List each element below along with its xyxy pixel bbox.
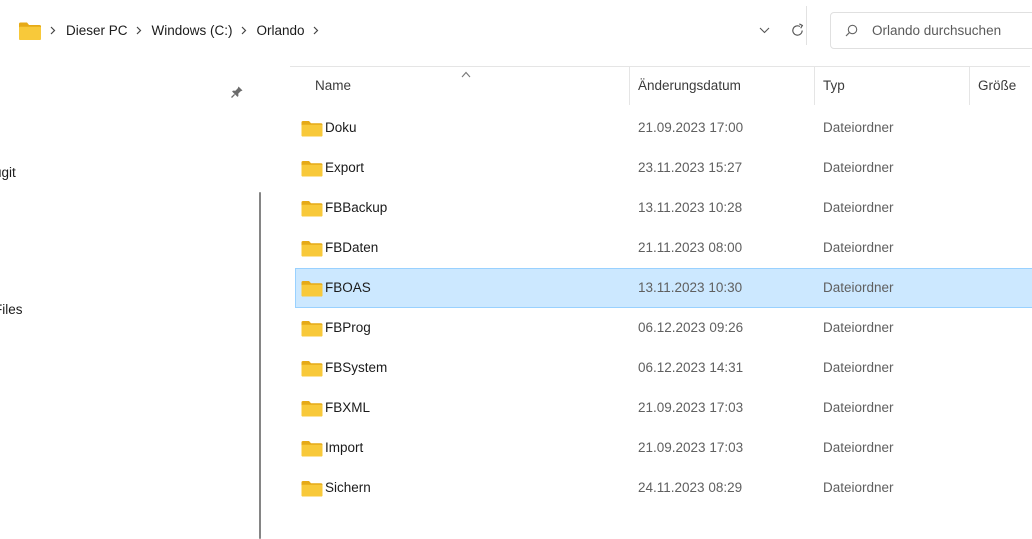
folder-icon [301, 440, 323, 457]
column-header-type[interactable]: Typ [823, 78, 845, 93]
file-type: Dateiordner [823, 320, 894, 335]
file-modified-date: 13.11.2023 10:28 [638, 200, 743, 215]
file-name: FBProg [325, 320, 371, 335]
chevron-right-icon[interactable] [313, 26, 322, 36]
file-row[interactable]: Import 21.09.2023 17:03 Dateiordner [295, 428, 1032, 468]
file-type: Dateiordner [823, 120, 894, 135]
chevron-down-icon[interactable] [757, 24, 771, 38]
folder-icon [301, 120, 323, 137]
file-type: Dateiordner [823, 280, 894, 295]
file-name: FBSystem [325, 360, 388, 375]
chevron-right-icon[interactable] [50, 26, 59, 36]
file-modified-date: 21.09.2023 17:00 [638, 120, 744, 135]
file-modified-date: 06.12.2023 14:31 [638, 360, 744, 375]
nav-item-ugit[interactable]: ugit [0, 165, 16, 180]
file-row[interactable]: FBSystem 06.12.2023 14:31 Dateiordner [295, 348, 1032, 388]
nav-pane-scrollbar[interactable] [259, 192, 261, 539]
file-name: Export [325, 160, 365, 175]
column-divider[interactable] [969, 67, 970, 105]
file-rows: Doku 21.09.2023 17:00 Dateiordner Export 23.… [295, 108, 1032, 508]
file-list: Name Änderungsdatum Typ Größe Doku 21.09.… [276, 66, 1032, 539]
folder-icon [301, 360, 323, 377]
file-row[interactable]: FBDaten 21.11.2023 08:00 Dateiordner [295, 228, 1032, 268]
column-divider[interactable] [814, 67, 815, 105]
search-icon [845, 24, 859, 38]
column-header-size[interactable]: Größe [978, 78, 1016, 93]
folder-icon [301, 320, 323, 337]
file-type: Dateiordner [823, 440, 894, 455]
file-explorer-window: Dieser PC Windows (C:) Orlando Orlando d… [0, 0, 1032, 539]
folder-icon [18, 21, 42, 41]
folder-icon [301, 280, 323, 297]
chevron-right-icon[interactable] [241, 26, 250, 36]
breadcrumb-windows-c[interactable]: Windows (C:) [152, 23, 233, 38]
file-modified-date: 06.12.2023 09:26 [638, 320, 744, 335]
file-type: Dateiordner [823, 480, 894, 495]
file-name: Doku [325, 120, 357, 135]
file-row[interactable]: Doku 21.09.2023 17:00 Dateiordner [295, 108, 1032, 148]
file-modified-date: 21.11.2023 08:00 [638, 240, 743, 255]
file-name: FBBackup [325, 200, 388, 215]
file-row[interactable]: Export 23.11.2023 15:27 Dateiordner [295, 148, 1032, 188]
file-name: Sichern [325, 480, 371, 495]
file-row[interactable]: FBXML 21.09.2023 17:03 Dateiordner [295, 388, 1032, 428]
folder-icon [301, 160, 323, 177]
file-row[interactable]: FBProg 06.12.2023 09:26 Dateiordner [295, 308, 1032, 348]
folder-icon [301, 480, 323, 497]
file-type: Dateiordner [823, 160, 894, 175]
folder-icon [301, 400, 323, 417]
file-type: Dateiordner [823, 360, 894, 375]
file-modified-date: 24.11.2023 08:29 [638, 480, 743, 495]
chevron-right-icon[interactable] [136, 26, 145, 36]
folder-icon [301, 200, 323, 217]
file-type: Dateiordner [823, 240, 894, 255]
refresh-icon[interactable] [789, 23, 805, 39]
column-header-row: Name Änderungsdatum Typ Größe [276, 66, 1032, 106]
file-row[interactable]: Sichern 24.11.2023 08:29 Dateiordner [295, 468, 1032, 508]
toolbar-divider [806, 6, 807, 45]
file-name: FBXML [325, 400, 371, 415]
file-modified-date: 13.11.2023 10:30 [638, 280, 743, 295]
folder-icon [301, 240, 323, 257]
header-divider [290, 66, 1030, 67]
file-name: FBOAS [325, 280, 371, 295]
sort-ascending-icon [461, 66, 471, 78]
file-modified-date: 21.09.2023 17:03 [638, 440, 744, 455]
file-modified-date: 21.09.2023 17:03 [638, 400, 744, 415]
breadcrumb-orlando[interactable]: Orlando [257, 23, 305, 38]
nav-item-files[interactable]: Files [0, 302, 23, 317]
file-name: Import [325, 440, 364, 455]
file-name: FBDaten [325, 240, 379, 255]
column-divider[interactable] [629, 67, 630, 105]
file-row[interactable]: FBBackup 13.11.2023 10:28 Dateiordner [295, 188, 1032, 228]
address-bar[interactable]: Dieser PC Windows (C:) Orlando [10, 12, 815, 49]
pin-icon[interactable] [230, 85, 246, 101]
file-modified-date: 23.11.2023 15:27 [638, 160, 743, 175]
breadcrumb-dieser-pc[interactable]: Dieser PC [66, 23, 128, 38]
search-input[interactable] [872, 23, 1032, 38]
column-header-name[interactable]: Name [315, 78, 351, 93]
navigation-pane: ugit Files [0, 66, 256, 539]
column-header-date[interactable]: Änderungsdatum [638, 78, 741, 93]
file-type: Dateiordner [823, 200, 894, 215]
search-box[interactable] [830, 12, 1032, 49]
file-row[interactable]: FBOAS 13.11.2023 10:30 Dateiordner [295, 268, 1032, 308]
file-type: Dateiordner [823, 400, 894, 415]
